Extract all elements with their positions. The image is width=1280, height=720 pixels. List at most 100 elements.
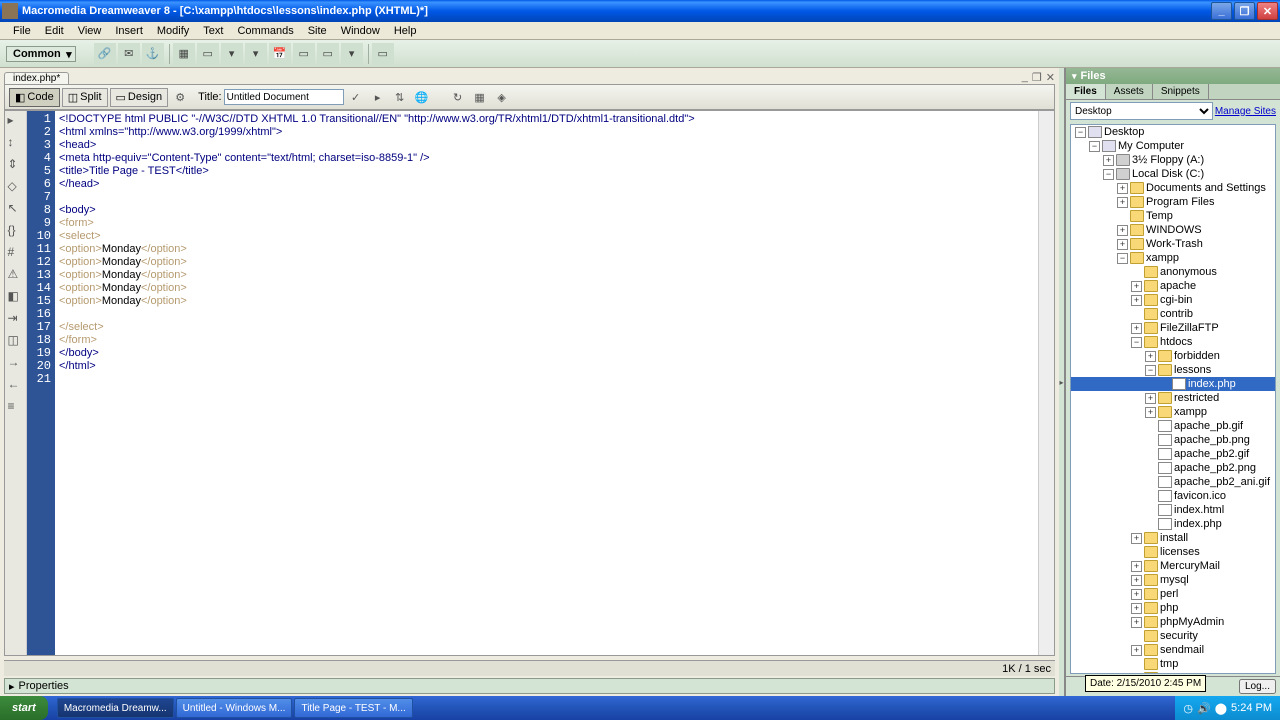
menu-file[interactable]: File bbox=[6, 24, 38, 38]
highlight-invalid-icon[interactable]: ⚠ bbox=[8, 267, 24, 283]
auto-indent-icon[interactable]: ⇥ bbox=[8, 311, 24, 327]
tree-item[interactable]: licenses bbox=[1071, 545, 1275, 559]
tree-item[interactable]: +Program Files bbox=[1071, 195, 1275, 209]
tree-item[interactable]: +forbidden bbox=[1071, 349, 1275, 363]
doc-close-icon[interactable]: ✕ bbox=[1046, 71, 1055, 84]
tree-item[interactable]: index.php bbox=[1071, 377, 1275, 391]
panel-tab-assets[interactable]: Assets bbox=[1106, 84, 1153, 99]
collapse-full-tag-icon[interactable]: ↕ bbox=[8, 135, 24, 151]
comment-button[interactable]: ▭ bbox=[317, 43, 339, 65]
open-documents-icon[interactable]: ▸ bbox=[8, 113, 24, 129]
line-numbers-icon[interactable]: # bbox=[8, 245, 24, 261]
syntax-coloring-icon[interactable]: ◧ bbox=[8, 289, 24, 305]
validate-icon[interactable]: ▸ bbox=[368, 87, 388, 107]
date-button[interactable]: 📅 bbox=[269, 43, 291, 65]
tree-item[interactable]: contrib bbox=[1071, 307, 1275, 321]
email-link-button[interactable]: ✉ bbox=[118, 43, 140, 65]
close-button[interactable]: ✕ bbox=[1257, 2, 1278, 20]
hyperlink-button[interactable]: 🔗 bbox=[94, 43, 116, 65]
tree-item[interactable]: apache_pb2.gif bbox=[1071, 447, 1275, 461]
outdent-code-icon[interactable]: ← bbox=[8, 377, 24, 393]
properties-panel-header[interactable]: Properties bbox=[4, 678, 1055, 694]
tree-item[interactable]: +php bbox=[1071, 601, 1275, 615]
doc-restore-icon[interactable]: ❐ bbox=[1032, 71, 1042, 84]
tree-item[interactable]: +phpMyAdmin bbox=[1071, 615, 1275, 629]
view-options-icon[interactable]: ▦ bbox=[470, 87, 490, 107]
media-button[interactable]: ▾ bbox=[245, 43, 267, 65]
refresh-icon[interactable]: ↻ bbox=[448, 87, 468, 107]
tree-item[interactable]: +cgi-bin bbox=[1071, 293, 1275, 307]
code-scrollbar[interactable] bbox=[1038, 111, 1054, 655]
code-view-button[interactable]: ◧Code bbox=[9, 88, 60, 107]
templates-button[interactable]: ▾ bbox=[341, 43, 363, 65]
menu-text[interactable]: Text bbox=[196, 24, 230, 38]
tree-item[interactable]: +restricted bbox=[1071, 391, 1275, 405]
tree-item[interactable]: security bbox=[1071, 629, 1275, 643]
tree-item[interactable]: index.html bbox=[1071, 503, 1275, 517]
tree-item[interactable]: +MercuryMail bbox=[1071, 559, 1275, 573]
taskbar-task[interactable]: Macromedia Dreamw... bbox=[57, 698, 174, 718]
tray-icon[interactable]: ◷ bbox=[1183, 702, 1193, 715]
panel-tab-files[interactable]: Files bbox=[1066, 84, 1106, 99]
taskbar-task[interactable]: Title Page - TEST - M... bbox=[294, 698, 412, 718]
menu-commands[interactable]: Commands bbox=[230, 24, 300, 38]
tree-item[interactable]: +Documents and Settings bbox=[1071, 181, 1275, 195]
split-view-button[interactable]: ◫Split bbox=[62, 88, 108, 107]
tag-chooser-button[interactable]: ▭ bbox=[372, 43, 394, 65]
tree-item[interactable]: −Desktop bbox=[1071, 125, 1275, 139]
tree-item[interactable]: −xampp bbox=[1071, 251, 1275, 265]
menu-edit[interactable]: Edit bbox=[38, 24, 71, 38]
tree-item[interactable]: index.php bbox=[1071, 517, 1275, 531]
menu-site[interactable]: Site bbox=[301, 24, 334, 38]
menu-modify[interactable]: Modify bbox=[150, 24, 196, 38]
log-button[interactable]: Log... bbox=[1239, 679, 1276, 694]
tree-item[interactable]: −Local Disk (C:) bbox=[1071, 167, 1275, 181]
snippets-icon[interactable]: ◫ bbox=[8, 333, 24, 349]
tray-icon[interactable]: 🔊 bbox=[1197, 702, 1211, 715]
tree-item[interactable]: +perl bbox=[1071, 587, 1275, 601]
tree-item[interactable]: apache_pb2_ani.gif bbox=[1071, 475, 1275, 489]
anchor-button[interactable]: ⚓ bbox=[142, 43, 164, 65]
tree-item[interactable]: −lessons bbox=[1071, 363, 1275, 377]
indent-code-icon[interactable]: → bbox=[8, 355, 24, 371]
panel-tab-snippets[interactable]: Snippets bbox=[1153, 84, 1209, 99]
div-button[interactable]: ▭ bbox=[197, 43, 219, 65]
tree-item[interactable]: +apache bbox=[1071, 279, 1275, 293]
menu-help[interactable]: Help bbox=[387, 24, 424, 38]
tree-item[interactable]: −My Computer bbox=[1071, 139, 1275, 153]
visual-aids-icon[interactable]: ◈ bbox=[492, 87, 512, 107]
maximize-button[interactable]: ❐ bbox=[1234, 2, 1255, 20]
file-tree[interactable]: −Desktop−My Computer+3½ Floppy (A:)−Loca… bbox=[1070, 124, 1276, 674]
menu-view[interactable]: View bbox=[71, 24, 109, 38]
doc-minimize-icon[interactable]: _ bbox=[1022, 71, 1028, 84]
collapse-selection-icon[interactable]: ⇕ bbox=[8, 157, 24, 173]
format-source-icon[interactable]: ≡ bbox=[8, 399, 24, 415]
system-tray[interactable]: ◷ 🔊 ⬤ 5:24 PM bbox=[1175, 696, 1280, 720]
menu-window[interactable]: Window bbox=[334, 24, 387, 38]
files-panel-header[interactable]: Files bbox=[1066, 68, 1280, 84]
tree-item[interactable]: +mysql bbox=[1071, 573, 1275, 587]
tree-item[interactable]: Temp bbox=[1071, 209, 1275, 223]
tray-icon[interactable]: ⬤ bbox=[1215, 702, 1227, 715]
tree-item[interactable]: apache_pb2.png bbox=[1071, 461, 1275, 475]
minimize-button[interactable]: _ bbox=[1211, 2, 1232, 20]
start-button[interactable]: start bbox=[0, 696, 48, 720]
design-view-button[interactable]: ▭Design bbox=[110, 88, 169, 107]
table-button[interactable]: ▦ bbox=[173, 43, 195, 65]
tree-item[interactable]: +sendmail bbox=[1071, 643, 1275, 657]
expand-all-icon[interactable]: ◇ bbox=[8, 179, 24, 195]
tree-item[interactable]: favicon.ico bbox=[1071, 489, 1275, 503]
no-browser-check-icon[interactable]: ✓ bbox=[346, 87, 366, 107]
tree-item[interactable]: apache_pb.png bbox=[1071, 433, 1275, 447]
code-text-area[interactable]: <!DOCTYPE html PUBLIC "-//W3C//DTD XHTML… bbox=[55, 111, 1038, 655]
tree-item[interactable]: +FileZillaFTP bbox=[1071, 321, 1275, 335]
tree-item[interactable]: −htdocs bbox=[1071, 335, 1275, 349]
tree-item[interactable]: +webalizer bbox=[1071, 671, 1275, 674]
manage-sites-link[interactable]: Manage Sites bbox=[1215, 106, 1276, 117]
site-selector[interactable]: Desktop bbox=[1070, 102, 1213, 120]
tree-item[interactable]: apache_pb.gif bbox=[1071, 419, 1275, 433]
image-button[interactable]: ▾ bbox=[221, 43, 243, 65]
tree-item[interactable]: +Work-Trash bbox=[1071, 237, 1275, 251]
tree-item[interactable]: +install bbox=[1071, 531, 1275, 545]
menu-insert[interactable]: Insert bbox=[108, 24, 150, 38]
